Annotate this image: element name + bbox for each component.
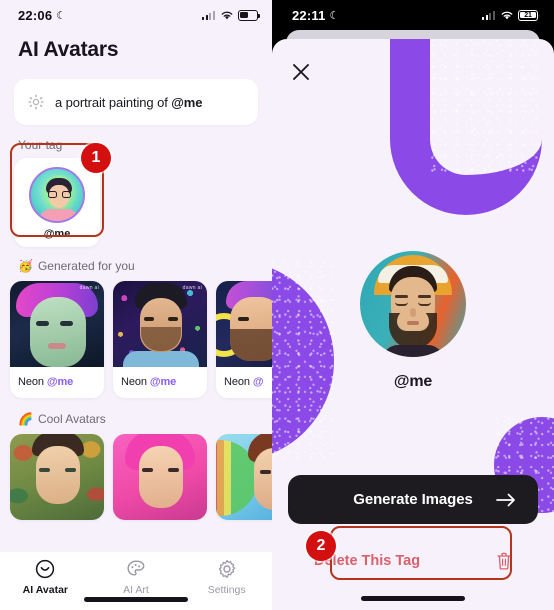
caption-prefix: Neon xyxy=(18,376,47,388)
generated-card-thumb: dawn ai xyxy=(10,281,104,367)
watermark: dawn ai xyxy=(182,285,202,291)
status-bar-time: 22:11 xyxy=(292,7,326,23)
caption-prefix: Neon xyxy=(224,376,253,388)
home-indicator xyxy=(84,597,188,602)
prompt-text-tag: @me xyxy=(171,94,203,110)
close-x-icon xyxy=(293,64,309,80)
tag-name-label: @me xyxy=(393,373,433,390)
battery-level-text: 21 xyxy=(524,11,532,19)
party-emoji-icon: 🥳 xyxy=(18,259,33,273)
page-title: AI Avatars xyxy=(18,38,119,61)
generated-card[interactable]: dawn ai Neon @me xyxy=(113,281,207,398)
left-phone-panel: 22:06 ☾ AI Avatars a portrait painting o… xyxy=(0,0,272,610)
generated-card-thumb: dawn ai xyxy=(113,281,207,367)
crescent-moon-icon: ☾ xyxy=(56,9,67,22)
generated-card-caption: Neon @ xyxy=(216,367,272,398)
screenshot-root: 22:06 ☾ AI Avatars a portrait painting o… xyxy=(0,0,554,610)
generated-card[interactable]: Neon @ xyxy=(216,281,272,398)
cool-avatars-section-label: 🌈 Cool Avatars xyxy=(0,398,272,426)
status-bar-time: 22:06 xyxy=(18,7,53,23)
decorative-hook-shape xyxy=(390,39,542,215)
right-phone-panel: 22:11 ☾ 21 @me Generate Images Delete Th… xyxy=(272,0,554,610)
arrow-right-icon xyxy=(496,493,515,506)
tag-avatar-large xyxy=(360,251,466,357)
battery-icon xyxy=(238,9,260,21)
wifi-icon xyxy=(221,11,233,19)
your-tag-label: Your tag xyxy=(18,138,63,152)
cool-avatar-thumb xyxy=(113,434,207,520)
tag-detail-sheet: @me Generate Images Delete This Tag xyxy=(272,39,554,610)
crescent-moon-icon: ☾ xyxy=(329,9,340,22)
gear-icon xyxy=(218,559,235,579)
your-tag-avatar xyxy=(29,167,85,223)
cellular-signal-icon xyxy=(482,10,496,20)
your-tag-card[interactable]: @me xyxy=(14,158,100,247)
prompt-text-prefix: a portrait painting of xyxy=(55,94,172,110)
home-indicator xyxy=(361,596,465,601)
status-bar-indicators: 21 xyxy=(482,9,540,21)
wifi-icon xyxy=(501,11,513,19)
cool-avatar-thumb xyxy=(10,434,104,520)
generated-card-thumb xyxy=(216,281,272,367)
close-button[interactable] xyxy=(288,59,314,85)
generated-cards-row[interactable]: dawn ai Neon @me dawn ai Neon @me Neon @ xyxy=(0,273,272,398)
status-bar-indicators xyxy=(202,9,260,21)
modal-sheet-stack: @me Generate Images Delete This Tag xyxy=(272,30,554,610)
your-tag-row: @me xyxy=(0,152,272,247)
tab-settings[interactable]: Settings xyxy=(181,559,272,596)
sparkle-gear-icon xyxy=(28,94,44,110)
caption-tag: @me xyxy=(149,376,177,388)
your-tag-name: @me xyxy=(43,228,71,240)
cool-avatar-card[interactable] xyxy=(113,434,207,520)
cellular-signal-icon xyxy=(202,10,216,20)
trash-icon xyxy=(497,552,511,570)
prompt-input[interactable]: a portrait painting of @me xyxy=(14,79,258,125)
generated-card-caption: Neon @me xyxy=(113,367,207,398)
cool-avatar-thumb xyxy=(216,434,272,520)
tab-label: AI Art xyxy=(123,584,149,596)
tag-avatar-block: @me xyxy=(272,251,554,391)
tab-label: AI Avatar xyxy=(22,584,68,596)
generated-card[interactable]: dawn ai Neon @me xyxy=(10,281,104,398)
tab-ai-avatar[interactable]: AI Avatar xyxy=(0,559,91,596)
caption-tag: @me xyxy=(46,376,74,388)
cool-avatars-label-text: Cool Avatars xyxy=(37,412,106,426)
battery-icon: 21 xyxy=(518,9,540,21)
generate-images-button[interactable]: Generate Images xyxy=(288,475,538,524)
status-bar-right: 22:11 ☾ 21 xyxy=(272,0,554,30)
status-bar-left: 22:06 ☾ xyxy=(0,0,272,30)
prompt-text: a portrait painting of @me xyxy=(55,95,202,110)
cool-avatars-cards-row[interactable] xyxy=(0,426,272,520)
bottom-tab-bar: AI Avatar AI Art Settings xyxy=(0,552,272,610)
tab-ai-art[interactable]: AI Art xyxy=(91,559,182,596)
generated-section-label: 🥳 Generated for you xyxy=(0,247,272,273)
annotation-badge-1: 1 xyxy=(81,143,111,173)
caption-tag: @ xyxy=(252,376,264,388)
cool-avatar-card[interactable] xyxy=(10,434,104,520)
annotation-badge-2: 2 xyxy=(306,531,336,561)
caption-prefix: Neon xyxy=(121,376,150,388)
generated-label-text: Generated for you xyxy=(37,259,135,273)
watermark: dawn ai xyxy=(79,285,99,291)
palette-icon xyxy=(127,560,145,576)
smiley-face-icon xyxy=(36,559,55,579)
generate-images-label: Generate Images xyxy=(353,491,473,508)
tab-label: Settings xyxy=(207,584,246,596)
cool-avatar-card[interactable] xyxy=(216,434,272,520)
generated-card-caption: Neon @me xyxy=(10,367,104,398)
rainbow-emoji-icon: 🌈 xyxy=(18,412,33,426)
